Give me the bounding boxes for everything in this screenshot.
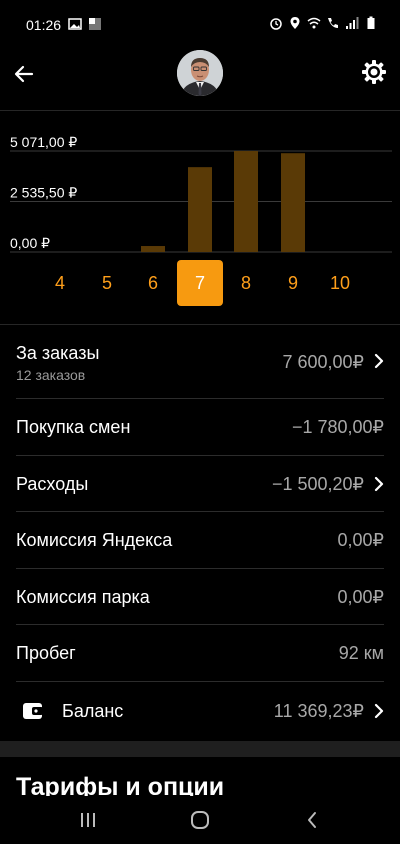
image-icon	[68, 18, 82, 30]
mileage-value: 92 км	[338, 643, 384, 663]
call-icon	[328, 18, 338, 28]
back-button[interactable]	[10, 60, 38, 88]
expenses-row[interactable]: Расходы −1 500,20₽	[16, 456, 384, 512]
day-7[interactable]: 7	[177, 260, 223, 306]
day-5[interactable]: 5	[84, 260, 130, 306]
status-right-icons	[269, 16, 378, 30]
day-6[interactable]: 6	[130, 260, 176, 306]
orders-row[interactable]: За заказы 12 заказов 7 600,00₽	[16, 325, 384, 399]
status-time: 01:26	[26, 17, 62, 33]
orders-label: За заказы	[16, 343, 100, 363]
yandex-fee-value: 0,00₽	[337, 530, 385, 550]
balance-value: 11 369,23₽	[273, 700, 364, 721]
mileage-row: Пробег 92 км	[16, 625, 384, 682]
settings-button[interactable]	[360, 58, 388, 86]
gear-icon	[362, 60, 386, 84]
day-selector: 4 5 6 7 8 9 10	[0, 260, 400, 308]
expenses-value: −1 500,20₽	[271, 473, 364, 494]
recent-apps-button[interactable]	[76, 808, 100, 832]
home-button[interactable]	[188, 808, 212, 832]
park-fee-row: Комиссия парка 0,00₽	[16, 569, 385, 625]
battery-icon	[367, 16, 375, 29]
system-nav-bar	[0, 796, 400, 844]
day-10[interactable]: 10	[317, 260, 363, 306]
chart-bar-8	[234, 151, 258, 252]
y-tick-label: 0,00 ₽	[10, 235, 50, 251]
balance-label: Баланс	[62, 700, 124, 721]
home-icon	[191, 811, 209, 829]
park-fee-label: Комиссия парка	[16, 586, 150, 607]
day-4[interactable]: 4	[37, 260, 83, 306]
orders-count: 12 заказов	[16, 367, 86, 383]
y-tick-label: 5 071,00 ₽	[10, 134, 77, 150]
yandex-fee-row: Комиссия Яндекса 0,00₽	[16, 512, 384, 569]
chart-canvas: 0,00 ₽ 2 535,50 ₽ 5 071,00 ₽	[10, 134, 392, 253]
wifi-icon	[307, 17, 321, 29]
alarm-icon	[270, 18, 282, 30]
status-left-icons	[68, 17, 102, 31]
back-nav-button[interactable]	[300, 808, 324, 832]
chart-bar-6	[141, 246, 165, 252]
chart-bar-7	[188, 167, 212, 252]
day-9[interactable]: 9	[270, 260, 316, 306]
header	[0, 48, 400, 110]
chevron-right-icon	[374, 353, 384, 369]
location-icon	[290, 17, 300, 29]
recent-apps-icon	[81, 813, 95, 827]
avatar[interactable]	[177, 50, 223, 96]
section-separator	[0, 741, 400, 757]
summary-list: За заказы 12 заказов 7 600,00₽ Покупка с…	[0, 325, 400, 742]
chevron-right-icon	[374, 476, 384, 491]
chart-bar-9	[281, 153, 305, 252]
signal-icon	[346, 17, 359, 29]
balance-row[interactable]: Баланс 11 369,23₽	[16, 682, 384, 742]
y-tick-label: 2 535,50 ₽	[10, 185, 77, 201]
shifts-row: Покупка смен −1 780,00₽	[16, 399, 384, 456]
wallet-icon	[23, 702, 43, 719]
expenses-label: Расходы	[16, 473, 89, 494]
shifts-value: −1 780,00₽	[291, 417, 384, 437]
mileage-label: Пробег	[16, 643, 76, 663]
avatar-photo	[177, 50, 223, 96]
arrow-left-icon	[14, 65, 34, 83]
day-8[interactable]: 8	[223, 260, 269, 306]
chevron-right-icon	[374, 703, 384, 718]
shifts-label: Покупка смен	[16, 417, 131, 437]
status-bar: 01:26	[0, 0, 400, 50]
header-divider	[0, 110, 400, 111]
yandex-fee-label: Комиссия Яндекса	[16, 530, 173, 550]
chevron-left-icon	[308, 812, 316, 828]
park-fee-value: 0,00₽	[337, 586, 385, 607]
orders-value: 7 600,00₽	[282, 352, 364, 372]
notification-icon	[89, 18, 101, 30]
